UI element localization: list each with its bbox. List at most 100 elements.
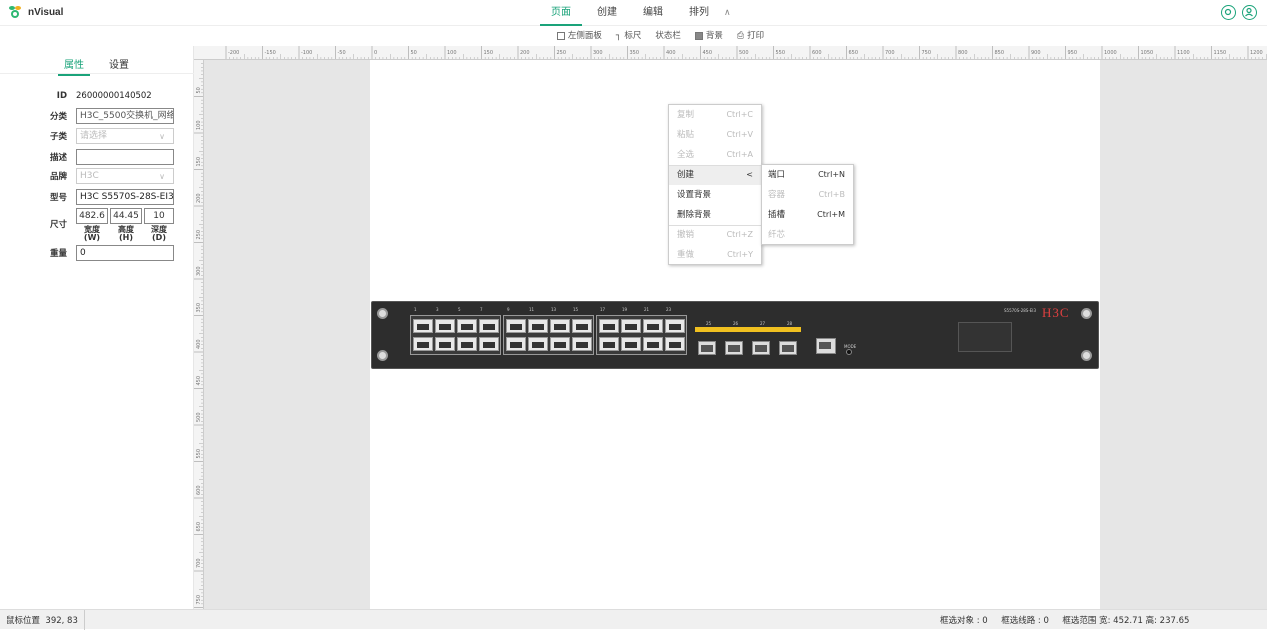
- ruler-tick-label: 150: [484, 50, 494, 56]
- submenu-item-label: 插槽: [768, 210, 786, 220]
- ruler-tick-label: 250: [557, 50, 567, 56]
- model-input[interactable]: H3C S5570S-28S-EI3: [76, 189, 174, 205]
- rj45-port[interactable]: [550, 319, 570, 333]
- rj45-port[interactable]: [506, 319, 526, 333]
- submenu-item[interactable]: 端口 Ctrl+N: [762, 165, 853, 185]
- ruler-tick-label: 800: [958, 50, 968, 56]
- field-model: 型号 H3C S5570S-28S-EI3: [0, 189, 194, 205]
- menu-arrange[interactable]: 排列: [676, 0, 722, 26]
- console-port[interactable]: [816, 338, 836, 354]
- menu-divider: [669, 165, 761, 166]
- context-menu-item: 复制 Ctrl+C: [669, 105, 761, 125]
- sfp-number-label: 27: [760, 321, 766, 326]
- horizontal-ruler[interactable]: -200 -150 -100 -50 0 50 100 150 200 250 300 350 400 4…: [194, 46, 1267, 60]
- ruler-tick-label: 750: [196, 595, 202, 605]
- nvisual-logo-icon: [9, 6, 21, 18]
- mode-button[interactable]: [846, 349, 852, 355]
- top-right-icons: [1221, 5, 1257, 20]
- rj45-port[interactable]: [599, 319, 619, 333]
- mouse-position-value: 392, 83: [45, 616, 78, 626]
- port-number-label: 17: [600, 307, 606, 312]
- rj45-port[interactable]: [665, 319, 685, 333]
- weight-input[interactable]: 0: [76, 245, 174, 261]
- screw-icon: [377, 308, 388, 319]
- rj45-port[interactable]: [479, 319, 499, 333]
- ruler-tick-label: 1100: [1177, 50, 1190, 56]
- rj45-port[interactable]: [643, 319, 663, 333]
- rj45-port[interactable]: [599, 337, 619, 351]
- sfp-port[interactable]: [779, 341, 797, 355]
- ruler-tick-label: 50: [411, 50, 417, 56]
- ruler-tick-label: 350: [630, 50, 640, 56]
- submenu-item[interactable]: 插槽 Ctrl+M: [762, 205, 853, 225]
- rj45-port[interactable]: [435, 337, 455, 351]
- description-input[interactable]: [76, 149, 174, 165]
- user-icon[interactable]: [1242, 5, 1257, 20]
- toolbar-statusbar[interactable]: 状态栏: [655, 26, 681, 46]
- weight-label: 重量: [49, 249, 67, 259]
- tab-settings[interactable]: 设置: [109, 56, 129, 71]
- chevron-left-icon: <: [746, 170, 753, 179]
- port-number-label: 1: [414, 307, 417, 312]
- rj45-port[interactable]: [413, 337, 433, 351]
- toolbar-print-label: 打印: [747, 31, 765, 41]
- ruler-tick-label: 200: [520, 50, 530, 56]
- port-number-label: 11: [529, 307, 535, 312]
- rj45-port[interactable]: [621, 337, 641, 351]
- menu-page[interactable]: 页面: [538, 0, 584, 26]
- depth-input[interactable]: 10: [144, 208, 174, 224]
- rj45-port[interactable]: [528, 319, 548, 333]
- sfp-port[interactable]: [725, 341, 743, 355]
- context-menu-item[interactable]: 创建 <: [669, 165, 761, 185]
- rj45-port[interactable]: [572, 337, 592, 351]
- ruler-tick-label: 500: [739, 50, 749, 56]
- toolbar-background[interactable]: 背景: [694, 26, 723, 46]
- height-input[interactable]: 44.45: [110, 208, 142, 224]
- submenu-item-label: 纤芯: [768, 230, 786, 240]
- category-input[interactable]: H3C_5500交换机_网络: [76, 108, 174, 124]
- size-label: 尺寸: [49, 220, 67, 230]
- height-caption: 高度 (H): [110, 226, 142, 242]
- rj45-port[interactable]: [479, 337, 499, 351]
- context-menu-item-label: 删除背景: [677, 210, 712, 220]
- context-menu-item[interactable]: 删除背景: [669, 205, 761, 225]
- rj45-port[interactable]: [457, 319, 477, 333]
- sfp-port[interactable]: [752, 341, 770, 355]
- rj45-port[interactable]: [643, 337, 663, 351]
- rj45-port[interactable]: [528, 337, 548, 351]
- sfp-port[interactable]: [698, 341, 716, 355]
- toolbar-left-panel[interactable]: 左侧面板: [556, 26, 602, 46]
- toolbar-ruler[interactable]: ┐ 标尺: [616, 26, 641, 46]
- rj45-port[interactable]: [413, 319, 433, 333]
- vertical-ruler[interactable]: 50 100 150 200 250 300 350 400 450 500 550 600 650 70…: [194, 60, 204, 609]
- width-input[interactable]: 482.6: [76, 208, 108, 224]
- rj45-port[interactable]: [506, 337, 526, 351]
- background-icon: [694, 32, 703, 40]
- help-icon[interactable]: [1221, 5, 1236, 20]
- height-unit: (H): [118, 233, 133, 242]
- category-label: 分类: [49, 112, 67, 122]
- context-menu-item-label: 粘贴: [677, 130, 695, 140]
- tab-properties[interactable]: 属性: [58, 56, 90, 76]
- menu-edit[interactable]: 编辑: [630, 0, 676, 26]
- menu-create[interactable]: 创建: [584, 0, 630, 26]
- context-menu-item[interactable]: 设置背景: [669, 185, 761, 205]
- rj45-port[interactable]: [550, 337, 570, 351]
- rj45-port[interactable]: [457, 337, 477, 351]
- subtype-select[interactable]: 请选择 ∨: [76, 128, 174, 144]
- switch-device[interactable]: 1 3 5 7 9 11 13 15 17 19 21 23 25 26 27 28 MODE S5570S…: [371, 301, 1099, 369]
- vertical-ruler-ticks: 50 100 150 200 250 300 350 400 450 500 550 600 650 70…: [194, 63, 203, 608]
- ruler-tick-label: 450: [196, 376, 202, 386]
- toolbar-print[interactable]: ⎙ 打印: [737, 26, 764, 46]
- ruler-tick-label: 200: [196, 193, 202, 203]
- ruler-tick-label: 350: [196, 303, 202, 313]
- brand-select[interactable]: H3C ∨: [76, 168, 174, 184]
- rj45-port[interactable]: [665, 337, 685, 351]
- context-menu-shortcut: Ctrl+C: [726, 110, 753, 119]
- rj45-port[interactable]: [435, 319, 455, 333]
- double-chevron-up-icon[interactable]: ∧: [722, 0, 731, 26]
- mouse-position: 鼠标位置 392, 83: [6, 614, 78, 626]
- rj45-port[interactable]: [572, 319, 592, 333]
- rj45-port[interactable]: [621, 319, 641, 333]
- device-brand-logo: H3C: [1042, 305, 1070, 320]
